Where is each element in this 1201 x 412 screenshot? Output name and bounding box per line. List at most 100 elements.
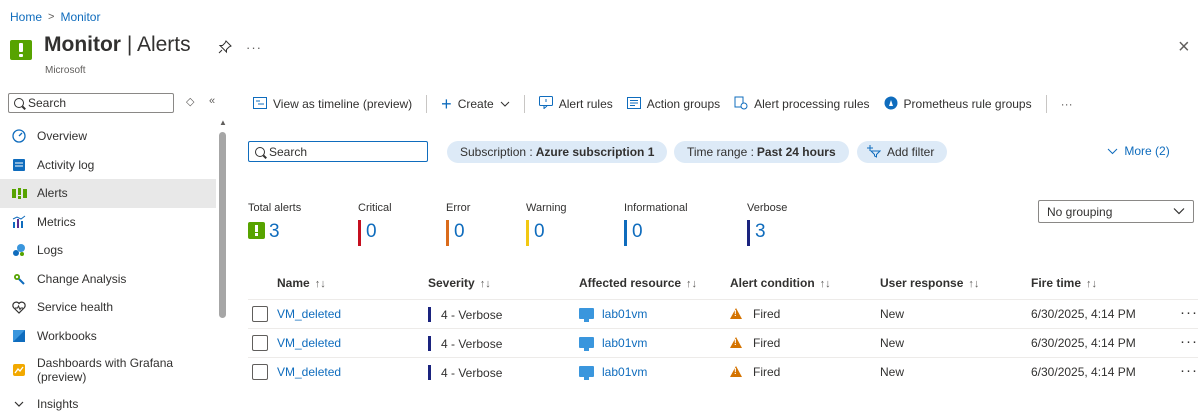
condition-label: Fired	[753, 365, 781, 379]
summary-value: 0	[446, 220, 470, 246]
sidebar-item-change-analysis[interactable]: Change Analysis	[0, 265, 216, 294]
more-options-icon[interactable]: ···	[246, 40, 262, 55]
sidebar-item-grafana[interactable]: Dashboards with Grafana (preview)	[0, 350, 216, 390]
summary-warning[interactable]: Warning 0	[526, 202, 567, 246]
sidebar-search-input[interactable]: Search	[8, 93, 174, 113]
sidebar-item-alerts[interactable]: Alerts	[0, 179, 216, 208]
toolbar-divider	[1045, 95, 1047, 113]
scroll-up-arrow[interactable]: ▲	[219, 118, 227, 127]
row-more-icon[interactable]: ···	[1180, 362, 1198, 379]
summary-count: 3	[755, 221, 766, 242]
row-checkbox[interactable]	[252, 335, 268, 351]
sidebar-item-label: Insights	[37, 397, 79, 412]
column-header-alert-condition[interactable]: Alert condition ↑↓	[730, 276, 831, 290]
sidebar-item-label: Activity log	[37, 157, 95, 172]
grouping-dropdown[interactable]: No grouping	[1038, 200, 1194, 223]
subscription-filter-value: Azure subscription 1	[535, 145, 655, 159]
column-header-name[interactable]: Name ↑↓	[277, 276, 326, 290]
severity-cell: 4 - Verbose	[428, 336, 502, 351]
row-more-icon[interactable]: ···	[1180, 304, 1198, 321]
alert-rules-label: Alert rules	[558, 97, 613, 111]
prometheus-rule-groups-button[interactable]: Prometheus rule groups	[884, 96, 1032, 113]
sort-icon: ↑↓	[479, 278, 491, 290]
sidebar-item-activity-log[interactable]: Activity log	[0, 151, 216, 180]
toolbar-more-button[interactable]: ···	[1061, 97, 1073, 111]
column-header-severity[interactable]: Severity ↑↓	[428, 276, 491, 290]
summary-verbose[interactable]: Verbose 3	[747, 202, 787, 246]
sidebar-item-overview[interactable]: Overview	[0, 122, 216, 151]
column-header-fire-time[interactable]: Fire time ↑↓	[1031, 276, 1097, 290]
sidebar-item-service-health[interactable]: Service health	[0, 293, 216, 322]
resource-link[interactable]: lab01vm	[602, 365, 647, 379]
sidebar-item-metrics[interactable]: Metrics	[0, 208, 216, 237]
sidebar-item-logs[interactable]: Logs	[0, 236, 216, 265]
sidebar-item-workbooks[interactable]: Workbooks	[0, 322, 216, 351]
processing-rules-icon	[734, 96, 748, 113]
column-header-user-response[interactable]: User response ↑↓	[880, 276, 979, 290]
column-header-label: Affected resource	[579, 276, 682, 290]
breadcrumb-monitor[interactable]: Monitor	[60, 10, 100, 24]
alert-rules-button[interactable]: Alert rules	[538, 96, 613, 112]
sidebar-nav: Overview Activity log Alerts Metrics Log…	[0, 122, 216, 412]
summary-critical[interactable]: Critical 0	[358, 202, 392, 246]
table-header: Name ↑↓ Severity ↑↓ Affected resource ↑↓ Al…	[248, 276, 1198, 292]
sidebar-item-label: Change Analysis	[37, 271, 127, 286]
resource-link[interactable]: lab01vm	[602, 307, 647, 321]
view-timeline-button[interactable]: View as timeline (preview)	[253, 96, 413, 112]
breadcrumb-home[interactable]: Home	[10, 10, 42, 24]
alert-name-link[interactable]: VM_deleted	[277, 365, 341, 379]
alert-name-link[interactable]: VM_deleted	[277, 307, 341, 321]
time-range-filter-pill[interactable]: Time range : Past 24 hours	[674, 141, 849, 163]
severity-cell: 4 - Verbose	[428, 365, 502, 380]
breadcrumb-separator: >	[48, 11, 55, 23]
collapse-sidebar-icon[interactable]: «	[209, 95, 215, 107]
summary-label: Total alerts	[248, 202, 302, 214]
row-checkbox[interactable]	[252, 306, 268, 322]
column-header-label: Alert condition	[730, 276, 815, 290]
alert-processing-rules-button[interactable]: Alert processing rules	[734, 96, 870, 113]
resource-link[interactable]: lab01vm	[602, 336, 647, 350]
action-groups-button[interactable]: Action groups	[626, 96, 721, 112]
sidebar-item-insights[interactable]: Insights	[0, 390, 216, 412]
severity-label: 4 - Verbose	[441, 308, 503, 322]
more-filters-button[interactable]: More (2)	[1107, 144, 1170, 158]
overview-icon	[11, 128, 27, 144]
alerts-search-input[interactable]: Search	[248, 141, 428, 162]
table-row[interactable]: VM_deleted 4 - Verbose lab01vm Fired New…	[248, 328, 1198, 357]
subscription-filter-pill[interactable]: Subscription : Azure subscription 1	[447, 141, 668, 163]
summary-label: Error	[446, 202, 471, 214]
summary-label: Critical	[358, 202, 392, 214]
more-options-icon: ···	[1060, 97, 1073, 111]
column-header-label: Name	[277, 276, 310, 290]
add-filter-button[interactable]: Add filter	[857, 141, 948, 163]
virtual-machine-icon	[579, 308, 594, 322]
sort-icon: ↑↓	[819, 278, 831, 290]
sidebar-item-label: Workbooks	[37, 328, 97, 343]
summary-error[interactable]: Error 0	[446, 202, 470, 246]
column-header-affected-resource[interactable]: Affected resource ↑↓	[579, 276, 697, 290]
summary-informational[interactable]: Informational 0	[624, 202, 688, 246]
view-timeline-label: View as timeline (preview)	[273, 97, 413, 111]
close-icon[interactable]: ×	[1178, 36, 1190, 59]
pin-icon[interactable]	[218, 40, 232, 57]
sidebar-options-icon[interactable]: ◇	[186, 95, 194, 108]
search-icon	[14, 98, 24, 108]
sidebar-scrollbar[interactable]	[219, 132, 226, 318]
warning-icon	[730, 366, 742, 377]
alert-name-link[interactable]: VM_deleted	[277, 336, 341, 350]
more-filters-label: More (2)	[1124, 144, 1170, 158]
row-checkbox[interactable]	[252, 364, 268, 380]
table-row[interactable]: VM_deleted 4 - Verbose lab01vm Fired New…	[248, 357, 1198, 386]
column-header-label: User response	[880, 276, 964, 290]
toolbar-divider	[523, 95, 525, 113]
create-button[interactable]: + Create	[441, 94, 510, 115]
page-title: Monitor | Alerts	[44, 33, 191, 57]
create-label: Create	[457, 97, 494, 111]
time-range-filter-label: Time range :	[687, 145, 754, 159]
table-row[interactable]: VM_deleted 4 - Verbose lab01vm Fired New…	[248, 299, 1198, 328]
logs-icon	[11, 242, 27, 258]
summary-total-alerts[interactable]: Total alerts 3	[248, 202, 301, 246]
row-more-icon[interactable]: ···	[1180, 333, 1198, 350]
action-groups-label: Action groups	[646, 97, 721, 111]
chevron-down-icon	[11, 396, 27, 412]
